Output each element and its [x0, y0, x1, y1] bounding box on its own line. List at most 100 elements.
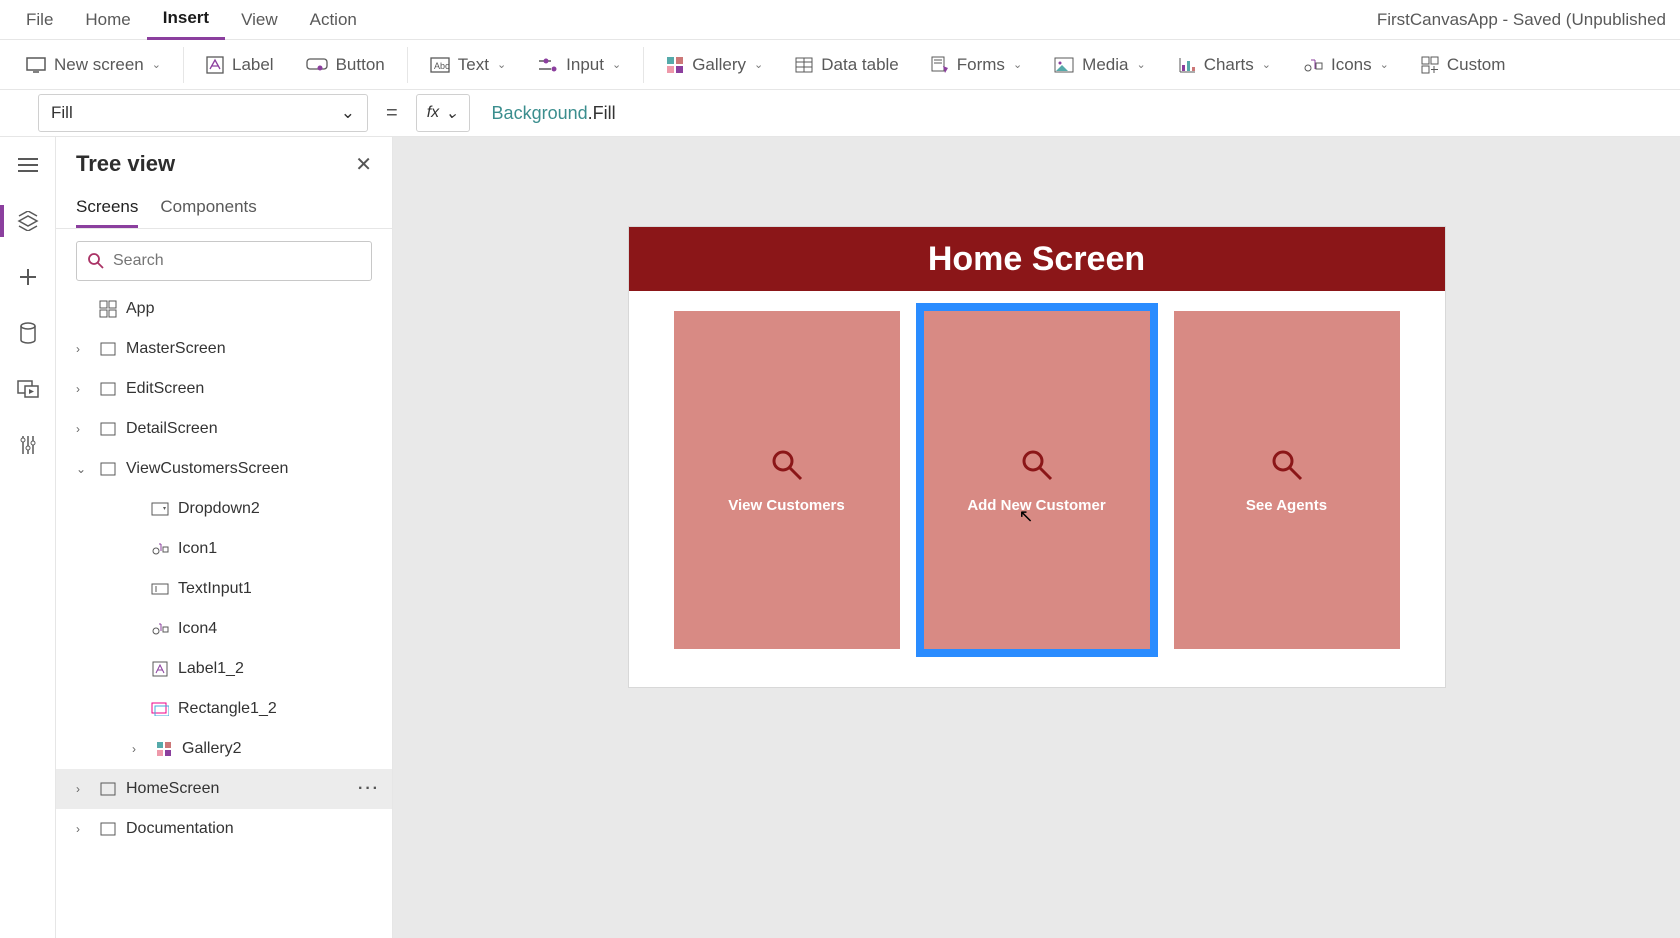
screen-icon — [26, 57, 46, 73]
chevron-down-icon: ⌄ — [445, 103, 458, 123]
property-selector[interactable]: Fill ⌄ — [38, 94, 368, 132]
menu-action[interactable]: Action — [294, 0, 373, 40]
screen-icon — [98, 339, 118, 359]
forms-icon — [931, 56, 949, 74]
tree-item-dropdown2[interactable]: Dropdown2 — [56, 489, 392, 529]
formula-bar: Fill ⌄ = fx ⌄ Background.Fill — [0, 90, 1680, 137]
rectangle-icon — [150, 699, 170, 719]
input-label: Input — [566, 55, 604, 75]
text-label: Text — [458, 55, 489, 75]
tree-item-rectangle1-2[interactable]: Rectangle1_2 — [56, 689, 392, 729]
tab-components[interactable]: Components — [160, 189, 256, 228]
tree-item-documentation[interactable]: › Documentation — [56, 809, 392, 849]
forms-button[interactable]: Forms ⌄ — [917, 40, 1036, 90]
tree-item-textinput1[interactable]: TextInput1 — [56, 569, 392, 609]
label-label: Label — [232, 55, 274, 75]
tree-item-icon4[interactable]: Icon4 — [56, 609, 392, 649]
tree-item-gallery2[interactable]: › Gallery2 — [56, 729, 392, 769]
media-button[interactable]: Media ⌄ — [1040, 40, 1160, 90]
hamburger-icon[interactable] — [14, 151, 42, 179]
chevron-down-icon: ⌄ — [341, 103, 355, 123]
tree-item-label: Rectangle1_2 — [178, 700, 277, 718]
chevron-right-icon[interactable]: › — [76, 422, 90, 436]
tree-item-label: HomeScreen — [126, 780, 219, 798]
tree-item-label: Label1_2 — [178, 660, 244, 678]
tree-view-title: Tree view — [76, 151, 175, 177]
chevron-right-icon[interactable]: › — [132, 742, 146, 756]
card-label: See Agents — [1246, 497, 1327, 514]
tree-item-masterscreen[interactable]: › MasterScreen — [56, 329, 392, 369]
label-icon — [206, 56, 224, 74]
search-icon — [1019, 447, 1055, 483]
screen-icon — [98, 379, 118, 399]
gallery-button[interactable]: Gallery ⌄ — [652, 40, 777, 90]
tree-tabs: Screens Components — [56, 189, 392, 229]
card-add-new-customer[interactable]: Add New Customer ↖ — [924, 311, 1150, 649]
data-icon[interactable] — [14, 319, 42, 347]
card-label: Add New Customer — [967, 497, 1105, 514]
screen-icon — [98, 459, 118, 479]
gallery-label: Gallery — [692, 55, 746, 75]
menu-file[interactable]: File — [10, 0, 69, 40]
tree-item-icon1[interactable]: Icon1 — [56, 529, 392, 569]
canvas-area[interactable]: Home Screen View Customers Add New Custo… — [393, 137, 1680, 938]
chevron-right-icon[interactable]: › — [76, 782, 90, 796]
data-table-label: Data table — [821, 55, 899, 75]
body: Tree view ✕ Screens Components App › Mas… — [0, 137, 1680, 938]
formula-input[interactable]: Background.Fill — [480, 94, 1680, 132]
app-icon — [98, 299, 118, 319]
input-button[interactable]: Input ⌄ — [524, 40, 635, 90]
new-screen-button[interactable]: New screen ⌄ — [12, 40, 175, 90]
custom-button[interactable]: Custom — [1407, 40, 1520, 90]
chevron-right-icon[interactable]: › — [76, 382, 90, 396]
tree-item-editscreen[interactable]: › EditScreen — [56, 369, 392, 409]
label-icon — [150, 659, 170, 679]
tree-item-homescreen[interactable]: › HomeScreen ··· — [56, 769, 392, 809]
tree-view-icon[interactable] — [14, 207, 42, 235]
search-input[interactable] — [76, 241, 372, 281]
close-icon[interactable]: ✕ — [355, 152, 372, 177]
separator — [643, 47, 644, 83]
tree-item-detailscreen[interactable]: › DetailScreen — [56, 409, 392, 449]
gallery-icon — [666, 56, 684, 74]
chevron-down-icon: ⌄ — [1013, 58, 1022, 71]
label-button[interactable]: Label — [192, 40, 288, 90]
fx-button[interactable]: fx ⌄ — [416, 94, 470, 132]
table-icon — [795, 57, 813, 73]
chevron-right-icon[interactable]: › — [76, 822, 90, 836]
button-button[interactable]: Button — [292, 40, 399, 90]
chevron-down-icon: ⌄ — [497, 58, 506, 71]
icon-control-icon — [150, 539, 170, 559]
tree-item-app[interactable]: App — [56, 289, 392, 329]
new-screen-label: New screen — [54, 55, 144, 75]
menu-home[interactable]: Home — [69, 0, 146, 40]
charts-button[interactable]: Charts ⌄ — [1164, 40, 1285, 90]
menu-insert[interactable]: Insert — [147, 0, 225, 40]
chevron-down-icon: ⌄ — [1380, 58, 1389, 71]
media-icon — [1054, 57, 1074, 73]
left-rail — [0, 137, 56, 938]
tab-screens[interactable]: Screens — [76, 189, 138, 228]
icons-button[interactable]: Icons ⌄ — [1289, 40, 1403, 90]
button-label: Button — [336, 55, 385, 75]
chevron-down-icon[interactable]: ⌄ — [76, 462, 90, 476]
cards-row: View Customers Add New Customer ↖ See Ag… — [629, 291, 1445, 669]
chevron-right-icon[interactable]: › — [76, 342, 90, 356]
more-icon[interactable]: ··· — [358, 780, 380, 798]
data-table-button[interactable]: Data table — [781, 40, 913, 90]
tree-item-viewcustomersscreen[interactable]: ⌄ ViewCustomersScreen — [56, 449, 392, 489]
app-screen[interactable]: Home Screen View Customers Add New Custo… — [629, 227, 1445, 687]
tools-icon[interactable] — [14, 431, 42, 459]
search-field[interactable] — [113, 252, 361, 270]
media-icon[interactable] — [14, 375, 42, 403]
text-button[interactable]: Abc Text ⌄ — [416, 40, 520, 90]
chevron-down-icon: ⌄ — [612, 58, 621, 71]
plus-icon[interactable] — [14, 263, 42, 291]
card-see-agents[interactable]: See Agents — [1174, 311, 1400, 649]
card-view-customers[interactable]: View Customers — [674, 311, 900, 649]
screen-icon — [98, 819, 118, 839]
menu-view[interactable]: View — [225, 0, 294, 40]
textinput-icon — [150, 579, 170, 599]
tree-item-label1-2[interactable]: Label1_2 — [56, 649, 392, 689]
separator — [183, 47, 184, 83]
